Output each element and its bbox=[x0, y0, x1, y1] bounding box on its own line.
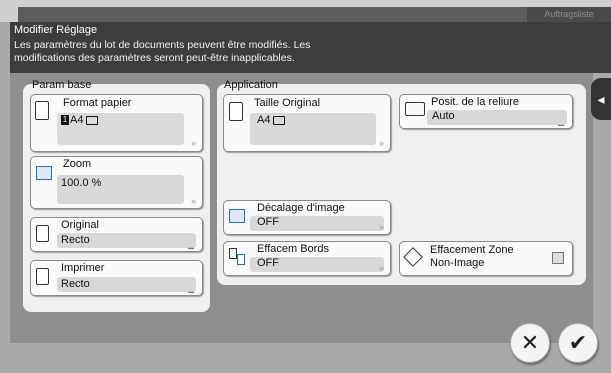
dialog-header: Modifier Réglage Les paramètres du lot d… bbox=[10, 22, 611, 73]
format-papier-button[interactable]: Format papier 1 A4 » bbox=[30, 94, 203, 152]
dialog-message-line-1: Les paramètres du lot de documents peuve… bbox=[14, 39, 311, 51]
chevron-right-icon: » bbox=[378, 138, 384, 148]
effacement-zone-label-1: Effacement Zone bbox=[430, 244, 514, 256]
arrow-left-icon: ◂ bbox=[597, 91, 605, 107]
effacem-bords-button[interactable]: Effacem Bords OFF » bbox=[223, 241, 391, 276]
side-panel-toggle[interactable]: ◂ bbox=[591, 78, 611, 120]
dialog-message: Les paramètres du lot de documents peuve… bbox=[14, 39, 434, 65]
top-bar-strip bbox=[18, 7, 611, 22]
print-doc-icon bbox=[36, 268, 49, 285]
application-panel: Application Taille Original A4 » Posit. … bbox=[217, 79, 586, 285]
effacement-zone-label-2: Non-Image bbox=[430, 257, 485, 269]
decalage-image-label: Décalage d'image bbox=[257, 202, 345, 214]
tray-1-icon: 1 bbox=[61, 115, 69, 126]
paper-icon bbox=[229, 102, 243, 121]
imprimer-label: Imprimer bbox=[61, 262, 105, 274]
original-value: Recto bbox=[61, 234, 90, 246]
chevron-right-icon: » bbox=[378, 263, 384, 273]
effacem-bords-value: OFF bbox=[257, 257, 279, 269]
imprimer-value: Recto bbox=[61, 278, 90, 290]
effacem-bords-label: Effacem Bords bbox=[257, 243, 329, 255]
zoom-value: 100.0 % bbox=[61, 177, 102, 189]
chevron-right-icon: » bbox=[378, 222, 384, 232]
landscape-paper-icon bbox=[86, 115, 99, 125]
posit-reliure-label: Posit. de la reliure bbox=[431, 96, 520, 108]
chevron-down-icon: ▁ bbox=[187, 284, 194, 293]
format-papier-label: Format papier bbox=[63, 97, 132, 109]
dialog-title: Modifier Réglage bbox=[14, 24, 98, 36]
chevron-right-icon: » bbox=[190, 138, 196, 148]
taille-original-value-text: A4 bbox=[257, 114, 271, 126]
posit-reliure-button[interactable]: Posit. de la reliure Auto ▁ bbox=[399, 94, 573, 129]
zoom-icon bbox=[36, 166, 52, 180]
image-shift-icon bbox=[229, 209, 245, 223]
book-icon bbox=[405, 102, 425, 116]
ok-button[interactable]: ✔ bbox=[558, 323, 598, 363]
tab-job-list[interactable]: Auftragsliste bbox=[527, 7, 611, 22]
cancel-button[interactable]: ✕ bbox=[510, 323, 550, 363]
format-papier-value-text: A4 bbox=[70, 114, 84, 126]
param-base-title: Param base bbox=[32, 79, 92, 91]
zoom-button[interactable]: Zoom 100.0 % » bbox=[30, 156, 203, 209]
top-bar: Auftragsliste bbox=[0, 0, 611, 22]
zoom-label: Zoom bbox=[63, 158, 92, 170]
chevron-down-icon: ▁ bbox=[187, 240, 194, 249]
eraser-icon bbox=[403, 247, 423, 267]
imprimer-button[interactable]: Imprimer Recto ▁ bbox=[30, 260, 203, 296]
decalage-image-button[interactable]: Décalage d'image OFF » bbox=[223, 200, 391, 235]
erase-frame-icon bbox=[229, 248, 245, 265]
dialog-message-line-2: modifications des paramètres seront peut… bbox=[14, 52, 295, 64]
application-title: Application bbox=[224, 79, 278, 91]
param-base-panel: Param base Format papier 1 A4 » Zoom 100.… bbox=[23, 79, 210, 312]
original-button[interactable]: Original Recto ▁ bbox=[30, 217, 203, 252]
taille-original-button[interactable]: Taille Original A4 » bbox=[223, 94, 391, 152]
original-label: Original bbox=[61, 219, 99, 231]
format-papier-value: 1 A4 bbox=[61, 114, 99, 126]
landscape-paper-icon bbox=[273, 115, 286, 125]
paper-icon bbox=[35, 101, 49, 120]
taille-original-label: Taille Original bbox=[254, 97, 321, 109]
checkbox[interactable] bbox=[552, 252, 564, 264]
chevron-right-icon: » bbox=[190, 196, 196, 206]
decalage-image-value: OFF bbox=[257, 216, 279, 228]
effacement-zone-button[interactable]: Effacement Zone Non-Image bbox=[399, 241, 573, 276]
original-doc-icon bbox=[36, 225, 49, 242]
posit-reliure-value: Auto bbox=[432, 110, 455, 122]
taille-original-value: A4 bbox=[257, 114, 286, 126]
chevron-down-icon: ▁ bbox=[557, 117, 564, 126]
